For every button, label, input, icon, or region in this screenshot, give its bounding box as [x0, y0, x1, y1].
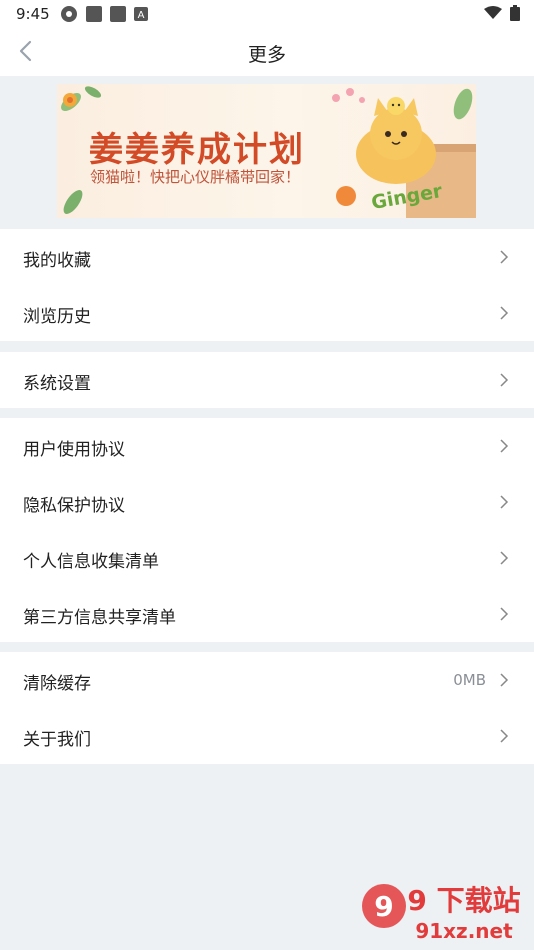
menu-group-2: 系统设置 — [0, 352, 534, 408]
menu-item-label: 浏览历史 — [23, 307, 91, 327]
chevron-right-icon — [500, 495, 509, 509]
promo-banner[interactable]: 姜姜养成计划 领猫啦！快把心仪胖橘带回家！ Ginger — [57, 84, 476, 218]
svg-text:9: 9 — [374, 890, 393, 923]
banner-title: 姜姜养成计划 — [89, 130, 305, 170]
wifi-icon — [484, 6, 502, 19]
notification-icon — [86, 6, 102, 22]
chevron-right-icon — [500, 607, 509, 621]
chevron-right-icon — [500, 306, 509, 320]
menu-item-label: 我的收藏 — [23, 251, 91, 271]
svg-text:A: A — [138, 10, 145, 21]
menu-group-4: 清除缓存 0MB 关于我们 — [0, 652, 534, 764]
menu-group-1: 我的收藏 浏览历史 — [0, 229, 534, 341]
menu-item-about-us[interactable]: 关于我们 — [0, 708, 534, 764]
notification-icon — [110, 6, 126, 22]
watermark: 9 9 下载站 91xz.net — [360, 876, 530, 946]
menu-item-favorites[interactable]: 我的收藏 — [0, 229, 534, 285]
battery-icon — [510, 5, 520, 21]
menu-item-third-party-sharing[interactable]: 第三方信息共享清单 — [0, 586, 534, 642]
aperture-icon — [61, 6, 77, 22]
status-bar: 9:45 A — [0, 0, 534, 28]
chevron-right-icon — [500, 551, 509, 565]
status-system-icons — [484, 5, 520, 21]
chevron-right-icon — [500, 373, 509, 387]
menu-item-label: 第三方信息共享清单 — [23, 608, 176, 628]
chevron-right-icon — [500, 729, 509, 743]
menu-item-settings[interactable]: 系统设置 — [0, 352, 534, 408]
menu-item-privacy-policy[interactable]: 隐私保护协议 — [0, 474, 534, 530]
menu-item-label: 个人信息收集清单 — [23, 552, 159, 572]
chevron-right-icon — [500, 673, 509, 687]
status-notifications: A — [60, 5, 148, 23]
cache-size: 0MB — [453, 671, 486, 689]
a-icon: A — [134, 7, 148, 21]
watermark-text: 9 下载站 — [407, 884, 520, 917]
top-bar: 更多 — [0, 28, 534, 76]
watermark-logo: 9 9 下载站 91xz.net — [362, 884, 521, 943]
menu-item-user-agreement[interactable]: 用户使用协议 — [0, 418, 534, 474]
page-title: 更多 — [247, 44, 286, 66]
menu-item-label: 关于我们 — [23, 730, 91, 750]
menu-item-label: 系统设置 — [23, 374, 91, 394]
menu-item-label: 隐私保护协议 — [23, 496, 125, 516]
menu-item-clear-cache[interactable]: 清除缓存 0MB — [0, 652, 534, 708]
banner-subtitle: 领猫啦！快把心仪胖橘带回家！ — [90, 168, 301, 186]
watermark-url: 91xz.net — [415, 919, 513, 943]
menu-item-label: 清除缓存 — [23, 674, 91, 694]
chevron-right-icon — [500, 439, 509, 453]
status-time: 9:45 — [16, 5, 50, 23]
menu-item-label: 用户使用协议 — [23, 440, 125, 460]
chevron-right-icon — [500, 250, 509, 264]
menu-item-personal-info-list[interactable]: 个人信息收集清单 — [0, 530, 534, 586]
banner-area: 姜姜养成计划 领猫啦！快把心仪胖橘带回家！ Ginger — [0, 76, 534, 228]
menu-group-3: 用户使用协议 隐私保护协议 个人信息收集清单 第三方信息共享清单 — [0, 418, 534, 642]
menu-item-history[interactable]: 浏览历史 — [0, 285, 534, 341]
